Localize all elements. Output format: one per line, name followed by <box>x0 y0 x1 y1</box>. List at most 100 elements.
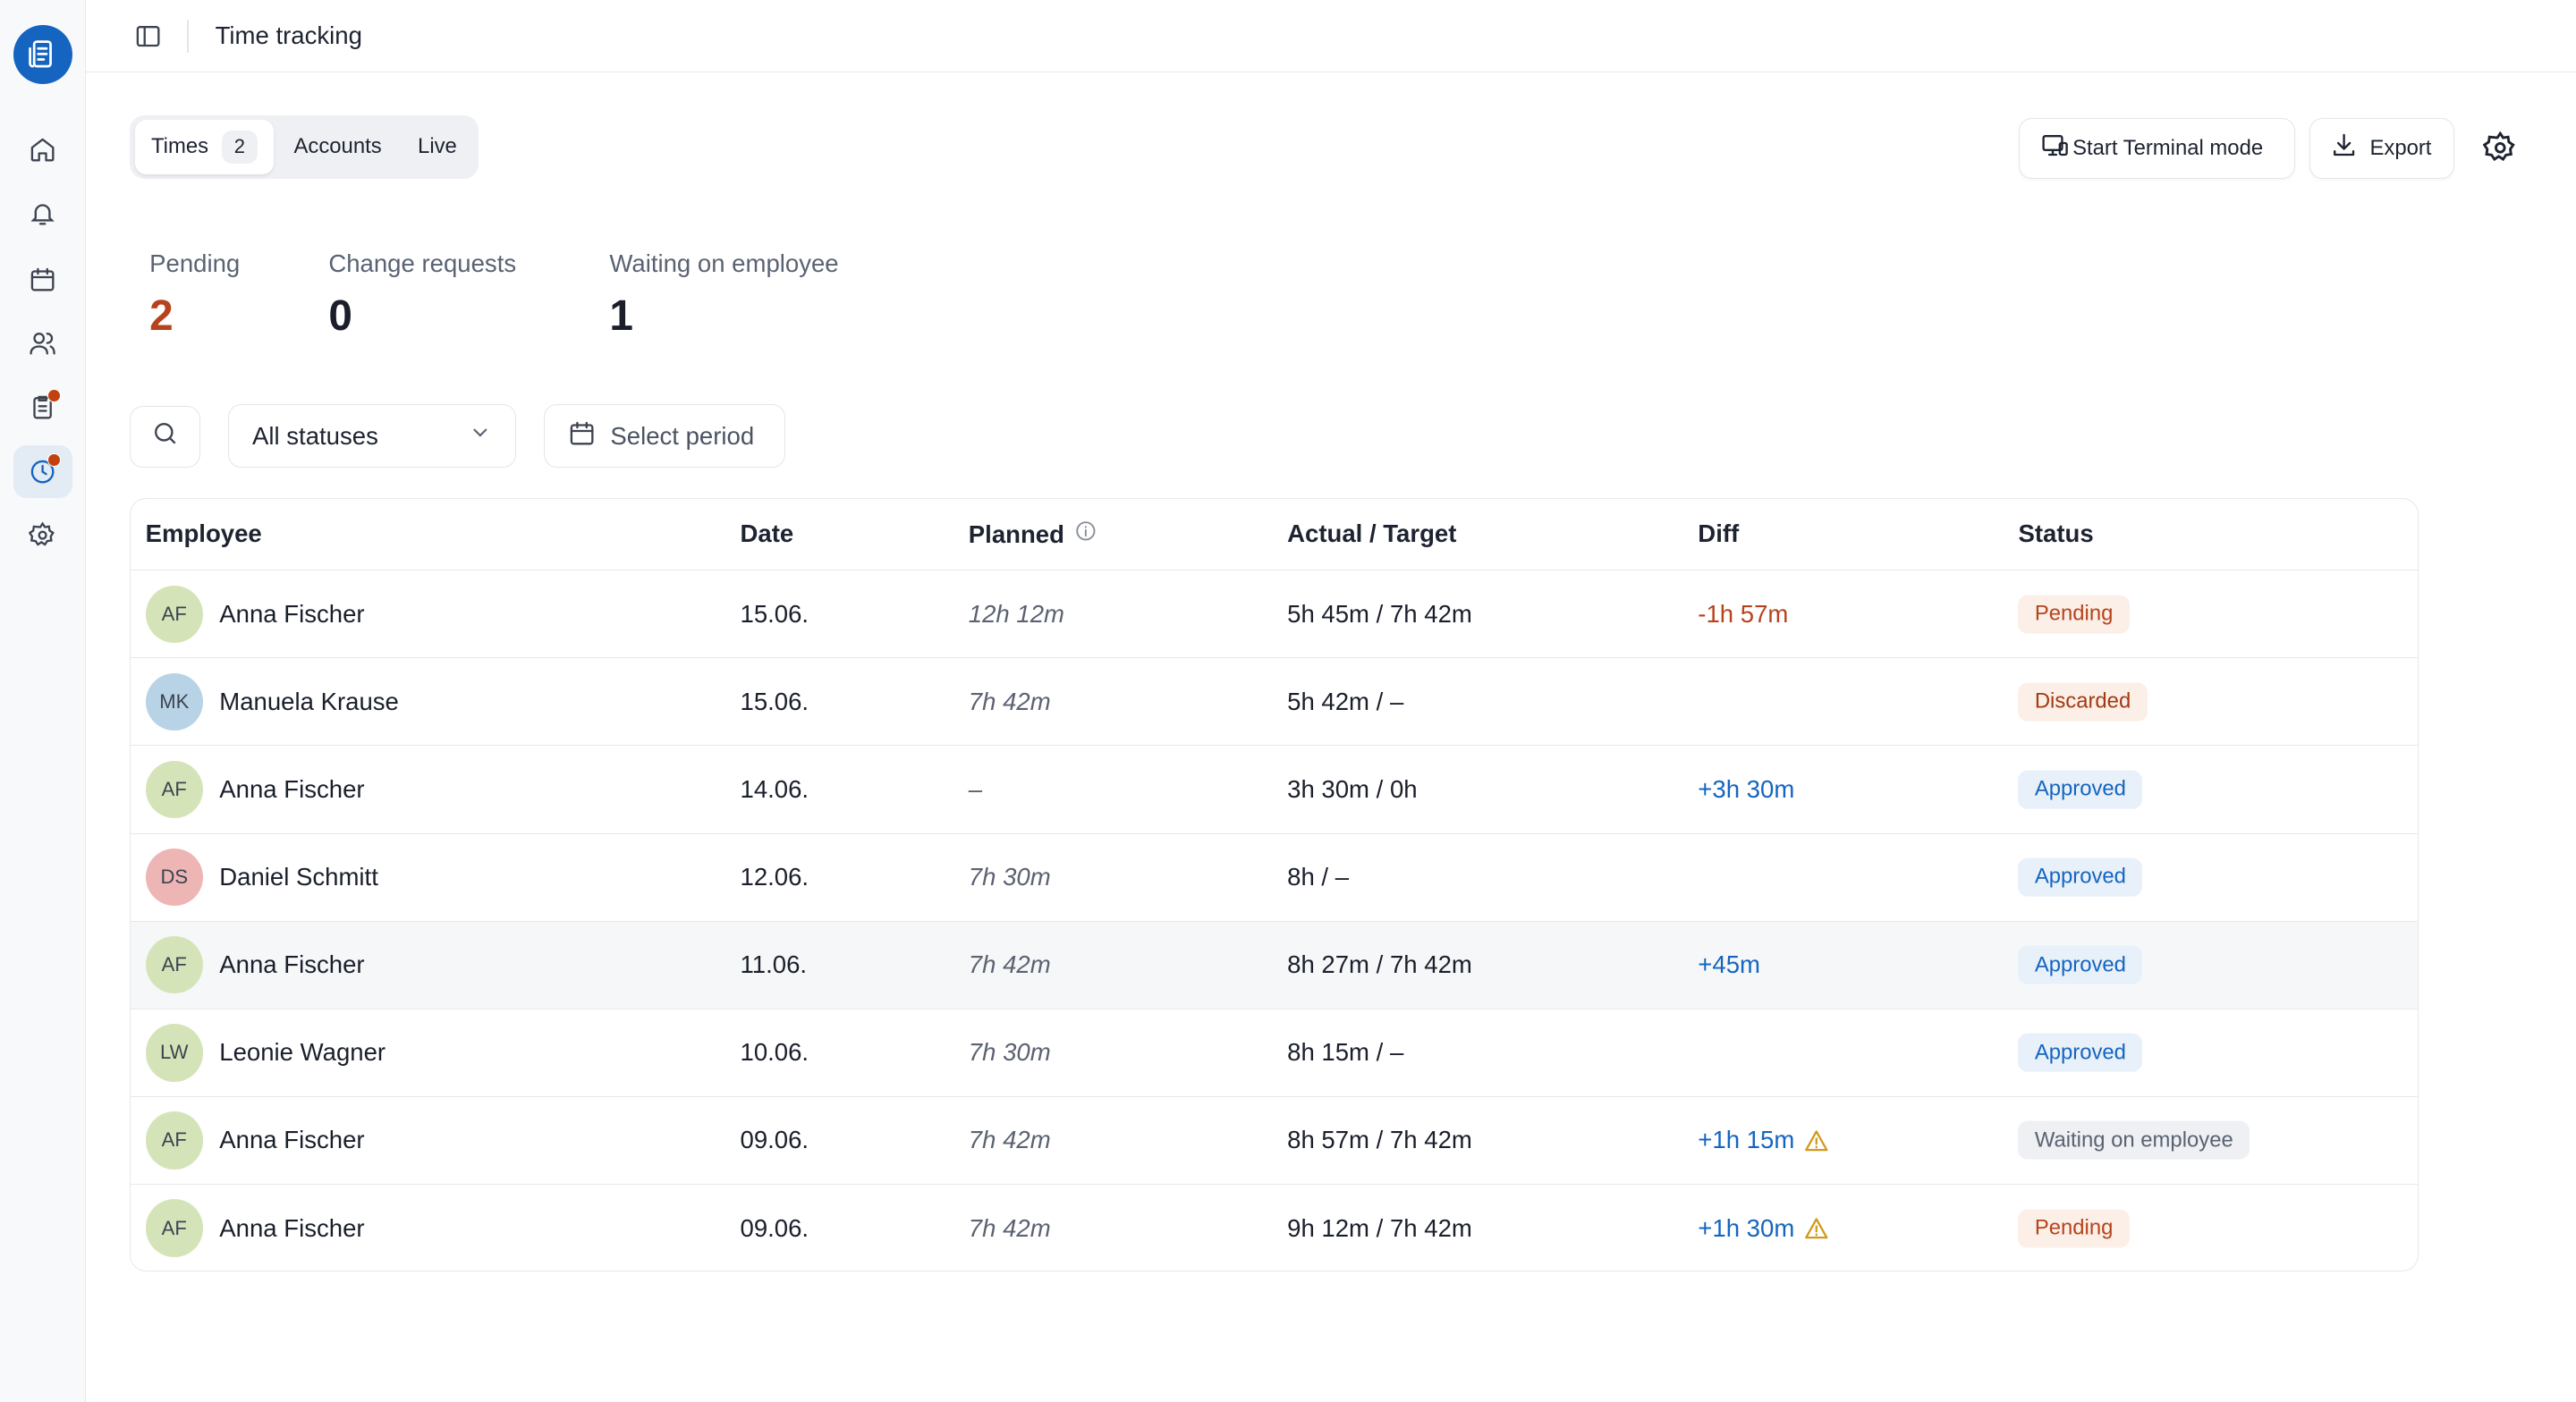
page-title: Time tracking <box>215 21 362 49</box>
employee-name: Anna Fischer <box>219 1213 365 1242</box>
diff-value: -1h 57m <box>1698 599 1789 628</box>
page-settings-icon[interactable] <box>2480 128 2520 167</box>
avatar: AF <box>145 1199 203 1257</box>
table-body: AF Anna Fischer 15.06. 12h 12m 5h 45m / … <box>131 570 2418 1271</box>
actual-target-time: 8h / – <box>1287 863 1350 891</box>
calendar-icon <box>568 419 596 453</box>
column-label: Planned <box>968 519 1064 548</box>
status-cell: Approved <box>2018 1033 2143 1072</box>
bell-icon[interactable] <box>13 187 72 240</box>
column-date[interactable]: Date <box>741 519 794 548</box>
stat-value: 2 <box>149 291 174 340</box>
period-picker[interactable]: Select period <box>543 403 785 469</box>
sidebar-toggle-icon[interactable] <box>131 20 165 53</box>
employee-name: Anna Fischer <box>219 1126 365 1154</box>
planned-time: 7h 42m <box>968 950 1051 979</box>
table-row[interactable]: AF Anna Fischer 11.06. 7h 42m 8h 27m / 7… <box>131 921 2418 1009</box>
entry-date: 11.06. <box>740 950 808 979</box>
tab-live[interactable]: Live <box>402 120 474 174</box>
tab-label: Live <box>418 134 457 159</box>
table-row[interactable]: MK Manuela Krause 15.06. 7h 42m 5h 42m /… <box>131 658 2418 747</box>
entry-date: 14.06. <box>740 775 809 804</box>
avatar: DS <box>145 849 203 907</box>
column-planned[interactable]: Planned <box>969 519 1097 549</box>
stat-label: Change requests <box>328 249 517 278</box>
entry-date: 10.06. <box>740 1038 809 1067</box>
avatar: AF <box>145 936 203 994</box>
actual-target-time: 8h 57m / 7h 42m <box>1287 1126 1472 1154</box>
calendar-icon[interactable] <box>13 253 72 306</box>
table-row[interactable]: AF Anna Fischer 15.06. 12h 12m 5h 45m / … <box>131 570 2418 659</box>
entry-date: 12.06. <box>740 863 809 891</box>
table-row[interactable]: AF Anna Fischer 14.06. – 3h 30m / 0h +3h… <box>131 746 2418 834</box>
button-label: Export <box>2369 136 2432 161</box>
entry-date: 09.06. <box>740 1213 809 1242</box>
avatar-initials: DS <box>160 866 189 889</box>
table-row[interactable]: AF Anna Fischer 09.06. 7h 42m 8h 57m / 7… <box>131 1097 2418 1185</box>
export-button[interactable]: Export <box>2309 118 2455 180</box>
time-entries-table: Employee Date Planned Actual / Target Di… <box>130 497 2419 1271</box>
avatar-initials: AF <box>161 778 187 801</box>
time-diff: +1h 15m <box>1698 1126 1829 1154</box>
status-badge: Discarded <box>2018 682 2148 722</box>
column-status[interactable]: Status <box>2018 519 2093 548</box>
table-row[interactable]: DS Daniel Schmitt 12.06. 7h 30m 8h / – A… <box>131 834 2418 922</box>
table-header: Employee Date Planned Actual / Target Di… <box>131 499 2418 571</box>
status-cell: Approved <box>2018 770 2143 809</box>
diff-value: +3h 30m <box>1698 775 1795 804</box>
entry-date: 15.06. <box>740 599 809 628</box>
tab-label: Accounts <box>293 134 382 159</box>
warning-icon <box>1804 1216 1829 1241</box>
app-logo-icon[interactable] <box>13 24 72 84</box>
planned-time: 7h 42m <box>968 687 1051 715</box>
notification-dot <box>47 452 61 467</box>
search-button[interactable] <box>130 405 201 469</box>
chevron-down-icon <box>469 421 492 451</box>
status-badge: Approved <box>2018 857 2143 897</box>
status-cell: Discarded <box>2018 682 2148 722</box>
actual-target-time: 5h 45m / 7h 42m <box>1287 599 1472 628</box>
entry-date: 15.06. <box>740 687 809 715</box>
actual-target-time: 8h 27m / 7h 42m <box>1287 950 1472 979</box>
period-label: Select period <box>610 421 755 450</box>
table-row[interactable]: LW Leonie Wagner 10.06. 7h 30m 8h 15m / … <box>131 1009 2418 1097</box>
time-diff: -1h 57m <box>1698 600 1788 629</box>
avatar-initials: AF <box>161 1216 187 1239</box>
stat-label: Pending <box>149 249 241 278</box>
stat-change-requests[interactable]: Change requests 0 <box>328 249 516 341</box>
users-icon[interactable] <box>13 317 72 369</box>
table-row[interactable]: AF Anna Fischer 09.06. 7h 42m 9h 12m / 7… <box>131 1185 2418 1271</box>
column-actual-target[interactable]: Actual / Target <box>1287 519 1456 548</box>
status-filter-select[interactable]: All statuses <box>228 403 516 469</box>
tab-times[interactable]: Times 2 <box>134 120 275 174</box>
employee-name: Anna Fischer <box>219 775 365 804</box>
settings-icon[interactable] <box>13 509 72 562</box>
column-employee[interactable]: Employee <box>146 519 262 548</box>
status-badge: Waiting on employee <box>2018 1120 2250 1160</box>
stat-pending[interactable]: Pending 2 <box>149 249 240 341</box>
tab-accounts[interactable]: Accounts <box>277 120 398 174</box>
planned-time: 7h 42m <box>968 1126 1051 1154</box>
info-icon[interactable] <box>1074 519 1097 549</box>
topbar: Time tracking <box>85 0 2576 72</box>
divider <box>187 20 190 53</box>
button-label: Start Terminal mode <box>2072 136 2264 161</box>
avatar: AF <box>145 585 203 644</box>
planned-time: 12h 12m <box>968 599 1064 628</box>
employee-name: Leonie Wagner <box>219 1038 386 1067</box>
actual-target-time: 9h 12m / 7h 42m <box>1287 1213 1472 1242</box>
avatar-initials: AF <box>161 953 187 976</box>
employee-name: Manuela Krause <box>219 687 399 715</box>
diff-value: +1h 30m <box>1698 1213 1795 1242</box>
column-diff[interactable]: Diff <box>1698 519 1739 548</box>
avatar: AF <box>145 761 203 819</box>
status-cell: Pending <box>2018 595 2130 634</box>
terminal-icon <box>2041 131 2069 165</box>
clock-icon[interactable] <box>13 444 72 498</box>
search-icon <box>151 419 179 454</box>
start-terminal-mode-button[interactable]: Start Terminal mode <box>2019 118 2295 180</box>
stat-waiting-on-employee[interactable]: Waiting on employee 1 <box>609 249 838 341</box>
clipboard-icon[interactable] <box>13 381 72 434</box>
home-icon[interactable] <box>13 123 72 176</box>
actual-target-time: 5h 42m / – <box>1287 687 1404 715</box>
